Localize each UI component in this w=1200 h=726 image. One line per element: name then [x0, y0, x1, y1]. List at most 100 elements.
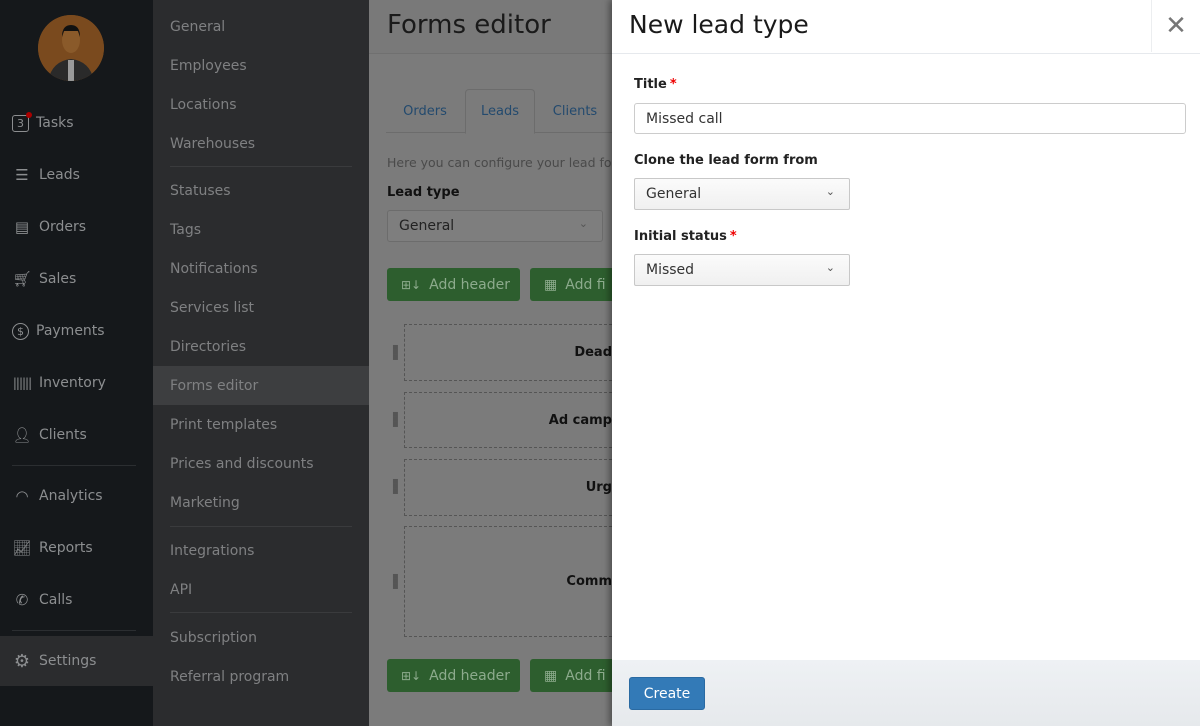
nav-label: Calls [39, 592, 73, 608]
barcode-icon: |||||| [12, 376, 32, 390]
new-lead-type-panel: New lead type ✕ Title * Missed call Clone… [612, 0, 1200, 726]
submenu-item-tags[interactable]: Tags [153, 210, 369, 249]
nav-item-orders[interactable]: ▤ Orders [0, 202, 153, 252]
create-button[interactable]: Create [629, 677, 705, 710]
add-field-button-bottom[interactable]: ▦ Add fi [530, 659, 612, 692]
submenu-item-notifications[interactable]: Notifications [153, 249, 369, 288]
nav-label: Clients [39, 427, 87, 443]
add-header-button[interactable]: ⊞↓ Add header [387, 268, 520, 301]
panel-title: New lead type [629, 10, 809, 39]
clone-label: Clone the lead form from [634, 153, 818, 168]
nav-item-tasks[interactable]: 3 Tasks [0, 98, 153, 148]
add-field-button[interactable]: ▦ Add fi [530, 268, 612, 301]
nav-item-inventory[interactable]: |||||| Inventory [0, 358, 153, 408]
submenu-item-prices-and-discounts[interactable]: Prices and discounts [153, 444, 369, 483]
submenu-item-services-list[interactable]: Services list [153, 288, 369, 327]
cart-icon: 🛒︎ [12, 270, 32, 288]
avatar[interactable] [38, 15, 104, 81]
tab-leads[interactable]: Leads [465, 89, 535, 134]
nav-label: Orders [39, 219, 87, 235]
title-input[interactable]: Missed call [634, 103, 1186, 134]
nav-item-analytics[interactable]: ◠ Analytics [0, 471, 153, 521]
form-field-block[interactable]: Comm [404, 526, 612, 637]
submenu-item-marketing[interactable]: Marketing [153, 483, 369, 522]
field-label: Urg [585, 480, 612, 495]
nav-item-clients[interactable]: 👤︎ Clients [0, 410, 153, 460]
label-text: Initial status [634, 229, 727, 244]
nav-item-leads[interactable]: ☰ Leads [0, 150, 153, 200]
form-field-block[interactable]: Dead [404, 324, 612, 381]
gauge-icon: ◠ [15, 487, 29, 505]
clone-select[interactable]: General ⌄ [634, 178, 850, 210]
main-nav: 3 Tasks ☰ Leads ▤ Orders 🛒︎ Sales $ Payments… [0, 0, 153, 726]
field-label: Dead [574, 345, 612, 360]
nav-item-settings[interactable]: ⚙ Settings [0, 636, 153, 686]
phone-icon: ✆ [15, 591, 29, 609]
status-select-value: Missed [646, 262, 695, 278]
button-label: Add header [429, 667, 510, 684]
initial-status-select[interactable]: Missed ⌄ [634, 254, 850, 286]
submenu-item-forms-editor[interactable]: Forms editor [153, 366, 369, 405]
submenu-item-referral-program[interactable]: Referral program [153, 657, 369, 696]
drag-handle-icon[interactable]: ▪ ▪ ▪ [392, 410, 399, 430]
nav-item-calls[interactable]: ✆ Calls [0, 575, 153, 625]
funnel-icon: ☰ [15, 166, 29, 184]
required-mark: * [729, 229, 737, 244]
drag-handle-icon[interactable]: ▪ ▪ ▪ [392, 477, 399, 497]
tab-clients[interactable]: Clients [536, 89, 612, 133]
nav-label: Reports [39, 540, 93, 556]
page-description: Here you can configure your lead forr [387, 155, 612, 170]
lead-type-value: General [399, 218, 455, 234]
form-field-block[interactable]: Ad camp [404, 392, 612, 448]
submenu-item-integrations[interactable]: Integrations [153, 531, 369, 570]
nav-item-sales[interactable]: 🛒︎ Sales [0, 254, 153, 304]
lead-type-label: Lead type [387, 185, 460, 200]
field-label: Comm [566, 574, 612, 589]
tasks-count: 3 [17, 116, 24, 130]
drag-handle-icon[interactable]: ▪ ▪ ▪ [392, 343, 399, 363]
chevron-down-icon: ⌄ [825, 261, 835, 274]
submenu-item-locations[interactable]: Locations [153, 85, 369, 124]
person-icon: 👤︎ [12, 426, 32, 444]
initial-status-label: Initial status * [634, 229, 737, 244]
field-label: Ad camp [548, 412, 612, 428]
add-field-icon: ▦ [544, 276, 558, 293]
form-field-block[interactable]: Urg [404, 459, 612, 516]
divider [170, 166, 352, 167]
title-label: Title * [634, 77, 677, 92]
tabs: Orders Leads Clients [386, 89, 612, 134]
label-text: Title [634, 77, 667, 92]
dollar-icon: $ [12, 322, 29, 340]
calendar-icon: 3 [12, 111, 32, 132]
lead-type-select[interactable]: General ⌄ [387, 210, 603, 242]
divider [170, 612, 352, 613]
drag-handle-icon[interactable]: ▪ ▪ ▪ [392, 572, 399, 592]
nav-item-reports[interactable]: 📈︎ Reports [0, 523, 153, 573]
add-header-icon: ⊞↓ [401, 277, 422, 292]
submenu-item-warehouses[interactable]: Warehouses [153, 124, 369, 163]
add-header-button-bottom[interactable]: ⊞↓ Add header [387, 659, 520, 692]
submenu-item-statuses[interactable]: Statuses [153, 171, 369, 210]
button-label: Add fi [565, 276, 606, 293]
submenu-item-general[interactable]: General [153, 7, 369, 46]
tab-orders[interactable]: Orders [386, 89, 464, 133]
panel-header: New lead type ✕ [612, 0, 1200, 54]
nav-label: Payments [36, 323, 105, 339]
submenu-item-subscription[interactable]: Subscription [153, 618, 369, 657]
submenu-item-api[interactable]: API [153, 570, 369, 609]
submenu-item-directories[interactable]: Directories [153, 327, 369, 366]
close-button[interactable]: ✕ [1151, 0, 1200, 52]
settings-submenu: General Employees Locations Warehouses S… [153, 0, 369, 726]
submenu-item-employees[interactable]: Employees [153, 46, 369, 85]
nav-label: Tasks [36, 115, 74, 131]
gear-icon: ⚙ [13, 650, 31, 672]
nav-label: Analytics [39, 488, 103, 504]
chevron-down-icon: ⌄ [578, 217, 588, 230]
register-icon: ▤ [14, 218, 30, 236]
divider [12, 630, 136, 631]
required-mark: * [669, 77, 677, 92]
nav-label: Sales [39, 271, 77, 287]
nav-item-payments[interactable]: $ Payments [0, 306, 153, 356]
add-header-icon: ⊞↓ [401, 668, 422, 683]
submenu-item-print-templates[interactable]: Print templates [153, 405, 369, 444]
